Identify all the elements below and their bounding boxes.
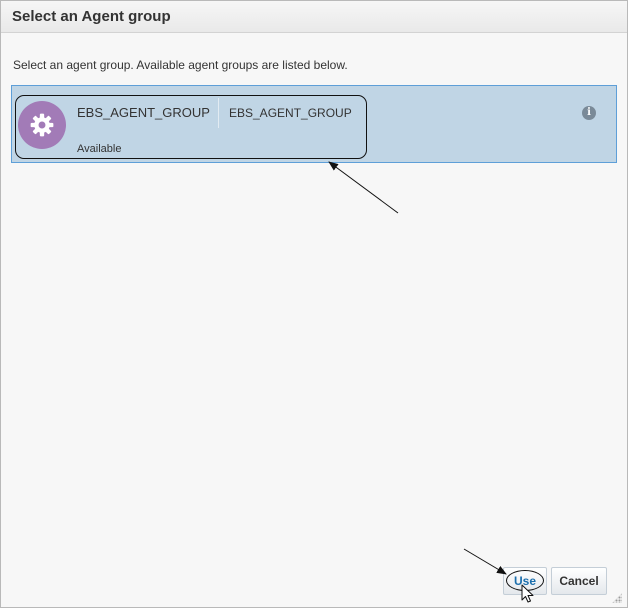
card-divider [218, 98, 219, 128]
agent-group-description: EBS_AGENT_GROUP [229, 106, 352, 120]
agent-avatar [18, 101, 66, 149]
dialog-title: Select an Agent group [12, 8, 171, 25]
use-button[interactable]: Use [503, 567, 547, 595]
agent-group-name: EBS_AGENT_GROUP [77, 105, 210, 120]
agent-group-status: Available [77, 143, 122, 155]
instructions-text: Select an agent group. Available agent g… [13, 58, 348, 72]
agent-group-card[interactable]: EBS_AGENT_GROUP EBS_AGENT_GROUP Availabl… [11, 85, 617, 163]
resize-grip[interactable] [612, 593, 622, 603]
select-agent-group-dialog: Select an Agent group Select an agent gr… [0, 0, 628, 608]
info-icon[interactable]: i [582, 106, 596, 120]
gear-icon [30, 113, 54, 137]
dialog-titlebar: Select an Agent group [1, 1, 627, 33]
cancel-button[interactable]: Cancel [551, 567, 607, 595]
